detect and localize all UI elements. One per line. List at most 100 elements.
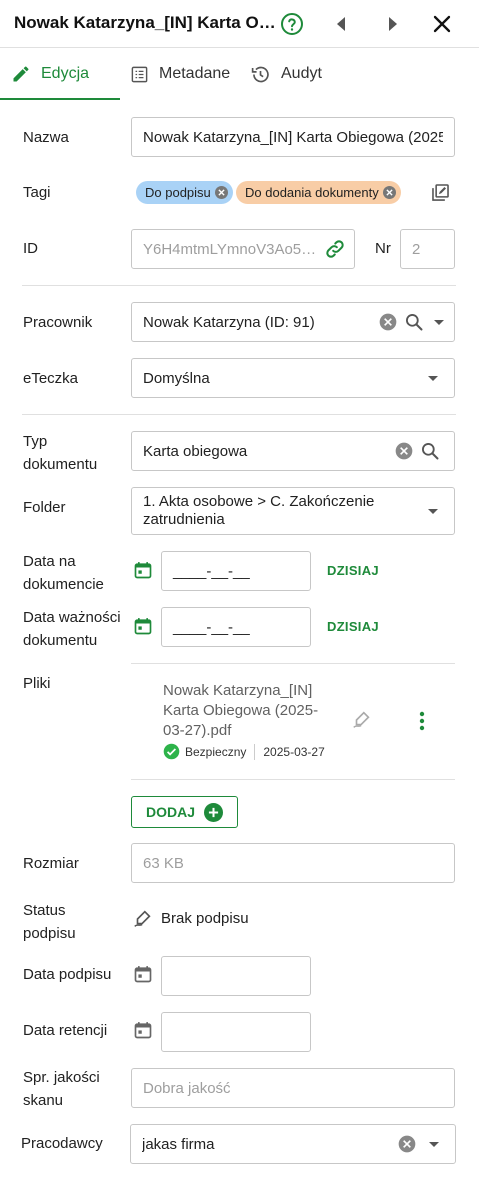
signature-icon[interactable] (351, 709, 373, 731)
data-podpisu-label: Data podpisu (23, 966, 112, 983)
rozmiar-value: 63 KB (143, 854, 184, 872)
clear-icon[interactable] (378, 312, 398, 332)
more-options-icon[interactable] (418, 711, 426, 731)
meta-separator (254, 743, 256, 760)
calendar-icon[interactable] (133, 560, 153, 580)
nr-label: Nr (375, 240, 391, 257)
jakosc-placeholder: Dobra jakość (143, 1079, 231, 1097)
plus-icon (204, 802, 223, 822)
data-waznosci-input[interactable]: ____-__-__ (161, 607, 311, 647)
section-divider (22, 414, 456, 415)
today-button[interactable]: DZISIAJ (327, 563, 379, 578)
eteczka-select[interactable]: Domyślna (131, 358, 455, 398)
today-button[interactable]: DZISIAJ (327, 619, 379, 634)
pracownik-label: Pracownik (23, 314, 93, 331)
file-name-line: 03-27).pdf (163, 722, 232, 739)
nazwa-input[interactable]: Nowak Katarzyna_[IN] Karta Obiegowa (202… (131, 117, 455, 157)
label-line: Data na (23, 553, 76, 570)
typ-label-line: Typ (23, 433, 48, 450)
chevron-down-icon[interactable] (426, 371, 440, 385)
remove-tag-icon[interactable] (214, 186, 228, 199)
calendar-icon[interactable] (133, 616, 153, 636)
chevron-down-icon[interactable] (427, 1137, 441, 1151)
tag-label: Do podpisu (145, 185, 211, 200)
status-podpisu-label: Status podpisu (23, 899, 76, 945)
jakosc-label: Spr. jakości skanu (23, 1066, 100, 1112)
chevron-down-icon[interactable] (432, 315, 446, 329)
file-name-line: Nowak Katarzyna_[IN] (163, 682, 313, 699)
rozmiar-label: Rozmiar (23, 855, 79, 872)
pracodawcy-select[interactable]: jakas firma (130, 1124, 456, 1164)
nazwa-value: Nowak Katarzyna_[IN] Karta Obiegowa (202… (143, 128, 443, 146)
calendar-icon[interactable] (133, 964, 153, 984)
list-icon (131, 66, 148, 82)
previous-icon[interactable] (330, 12, 354, 36)
tagi-label: Tagi (23, 184, 51, 201)
typ-dokumentu-select[interactable]: Karta obiegowa (131, 431, 455, 471)
file-date: 2025-03-27 (263, 744, 325, 759)
label-line: podpisu (23, 925, 76, 942)
label-line: Data ważności (23, 609, 121, 626)
label-line: Spr. jakości (23, 1069, 100, 1086)
label-line: Status (23, 902, 66, 919)
edit-tags-icon[interactable] (431, 183, 450, 202)
add-file-button[interactable]: DODAJ (131, 796, 238, 828)
date-placeholder: ____-__-__ (173, 618, 250, 636)
search-icon[interactable] (420, 441, 440, 461)
tab-audyt-label: Audyt (281, 65, 322, 82)
active-tab-indicator (0, 98, 120, 100)
tab-audyt[interactable]: Audyt (250, 48, 322, 100)
data-retencji-input[interactable] (161, 1012, 311, 1052)
help-icon[interactable] (280, 12, 304, 36)
file-name[interactable]: Nowak Katarzyna_[IN] Karta Obiegowa (202… (163, 681, 343, 741)
clear-icon[interactable] (394, 441, 414, 461)
link-icon[interactable] (324, 238, 346, 260)
status-podpisu-value: Brak podpisu (161, 910, 249, 927)
pracodawcy-label: Pracodawcy (21, 1135, 103, 1152)
data-retencji-label: Data retencji (23, 1022, 108, 1039)
folder-value-line: zatrudnienia (143, 511, 225, 528)
tag-label: Do dodania dokumenty (245, 185, 379, 200)
label-line: skanu (23, 1092, 64, 1109)
file-meta: Bezpieczny 2025-03-27 (163, 743, 325, 760)
nr-value: 2 (412, 240, 421, 258)
tag-do-podpisu[interactable]: Do podpisu (136, 181, 233, 204)
close-icon[interactable] (430, 12, 454, 36)
pracodawcy-value: jakas firma (142, 1135, 215, 1153)
folder-value: 1. Akta osobowe > C. Zakończenie zatrudn… (143, 493, 426, 529)
date-placeholder: ____-__-__ (173, 562, 250, 580)
next-icon[interactable] (380, 12, 404, 36)
section-divider (22, 285, 456, 286)
file-status: Bezpieczny (185, 744, 247, 759)
panel-header: Nowak Katarzyna_[IN] Karta Obiegowa (202… (0, 0, 479, 48)
files-divider-top (131, 663, 455, 664)
history-icon (251, 66, 269, 82)
calendar-icon[interactable] (133, 1020, 153, 1040)
id-label: ID (23, 240, 38, 257)
nr-field: 2 (400, 229, 455, 269)
tag-do-dodania[interactable]: Do dodania dokumenty (236, 181, 401, 204)
pencil-icon (13, 66, 29, 82)
chevron-down-icon[interactable] (426, 504, 440, 518)
remove-tag-icon[interactable] (382, 186, 396, 199)
check-circle-icon (163, 743, 180, 760)
tab-metadane[interactable]: Metadane (130, 48, 230, 100)
folder-select[interactable]: 1. Akta osobowe > C. Zakończenie zatrudn… (131, 487, 455, 535)
tab-edycja-label: Edycja (41, 65, 90, 82)
tab-edycja[interactable]: Edycja (11, 48, 89, 100)
clear-icon[interactable] (397, 1134, 417, 1154)
eteczka-label: eTeczka (23, 370, 79, 387)
document-title: Nowak Katarzyna_[IN] Karta Obiegowa (202… (14, 13, 276, 32)
data-dokumencie-input[interactable]: ____-__-__ (161, 551, 311, 591)
typ-value: Karta obiegowa (143, 442, 248, 460)
data-waznosci-label: Data ważności dokumentu (23, 606, 121, 652)
data-podpisu-input[interactable] (161, 956, 311, 996)
search-icon[interactable] (404, 312, 424, 332)
tab-bar: Edycja Metadane Audyt (0, 48, 479, 100)
id-field: Y6H4mtmLYmnoV3Ao5… (131, 229, 355, 269)
jakosc-input[interactable]: Dobra jakość (131, 1068, 455, 1108)
pracownik-select[interactable]: Nowak Katarzyna (ID: 91) (131, 302, 455, 342)
eteczka-value: Domyślna (143, 369, 210, 387)
add-file-label: DODAJ (145, 804, 195, 820)
label-line: dokumentu (23, 632, 98, 649)
